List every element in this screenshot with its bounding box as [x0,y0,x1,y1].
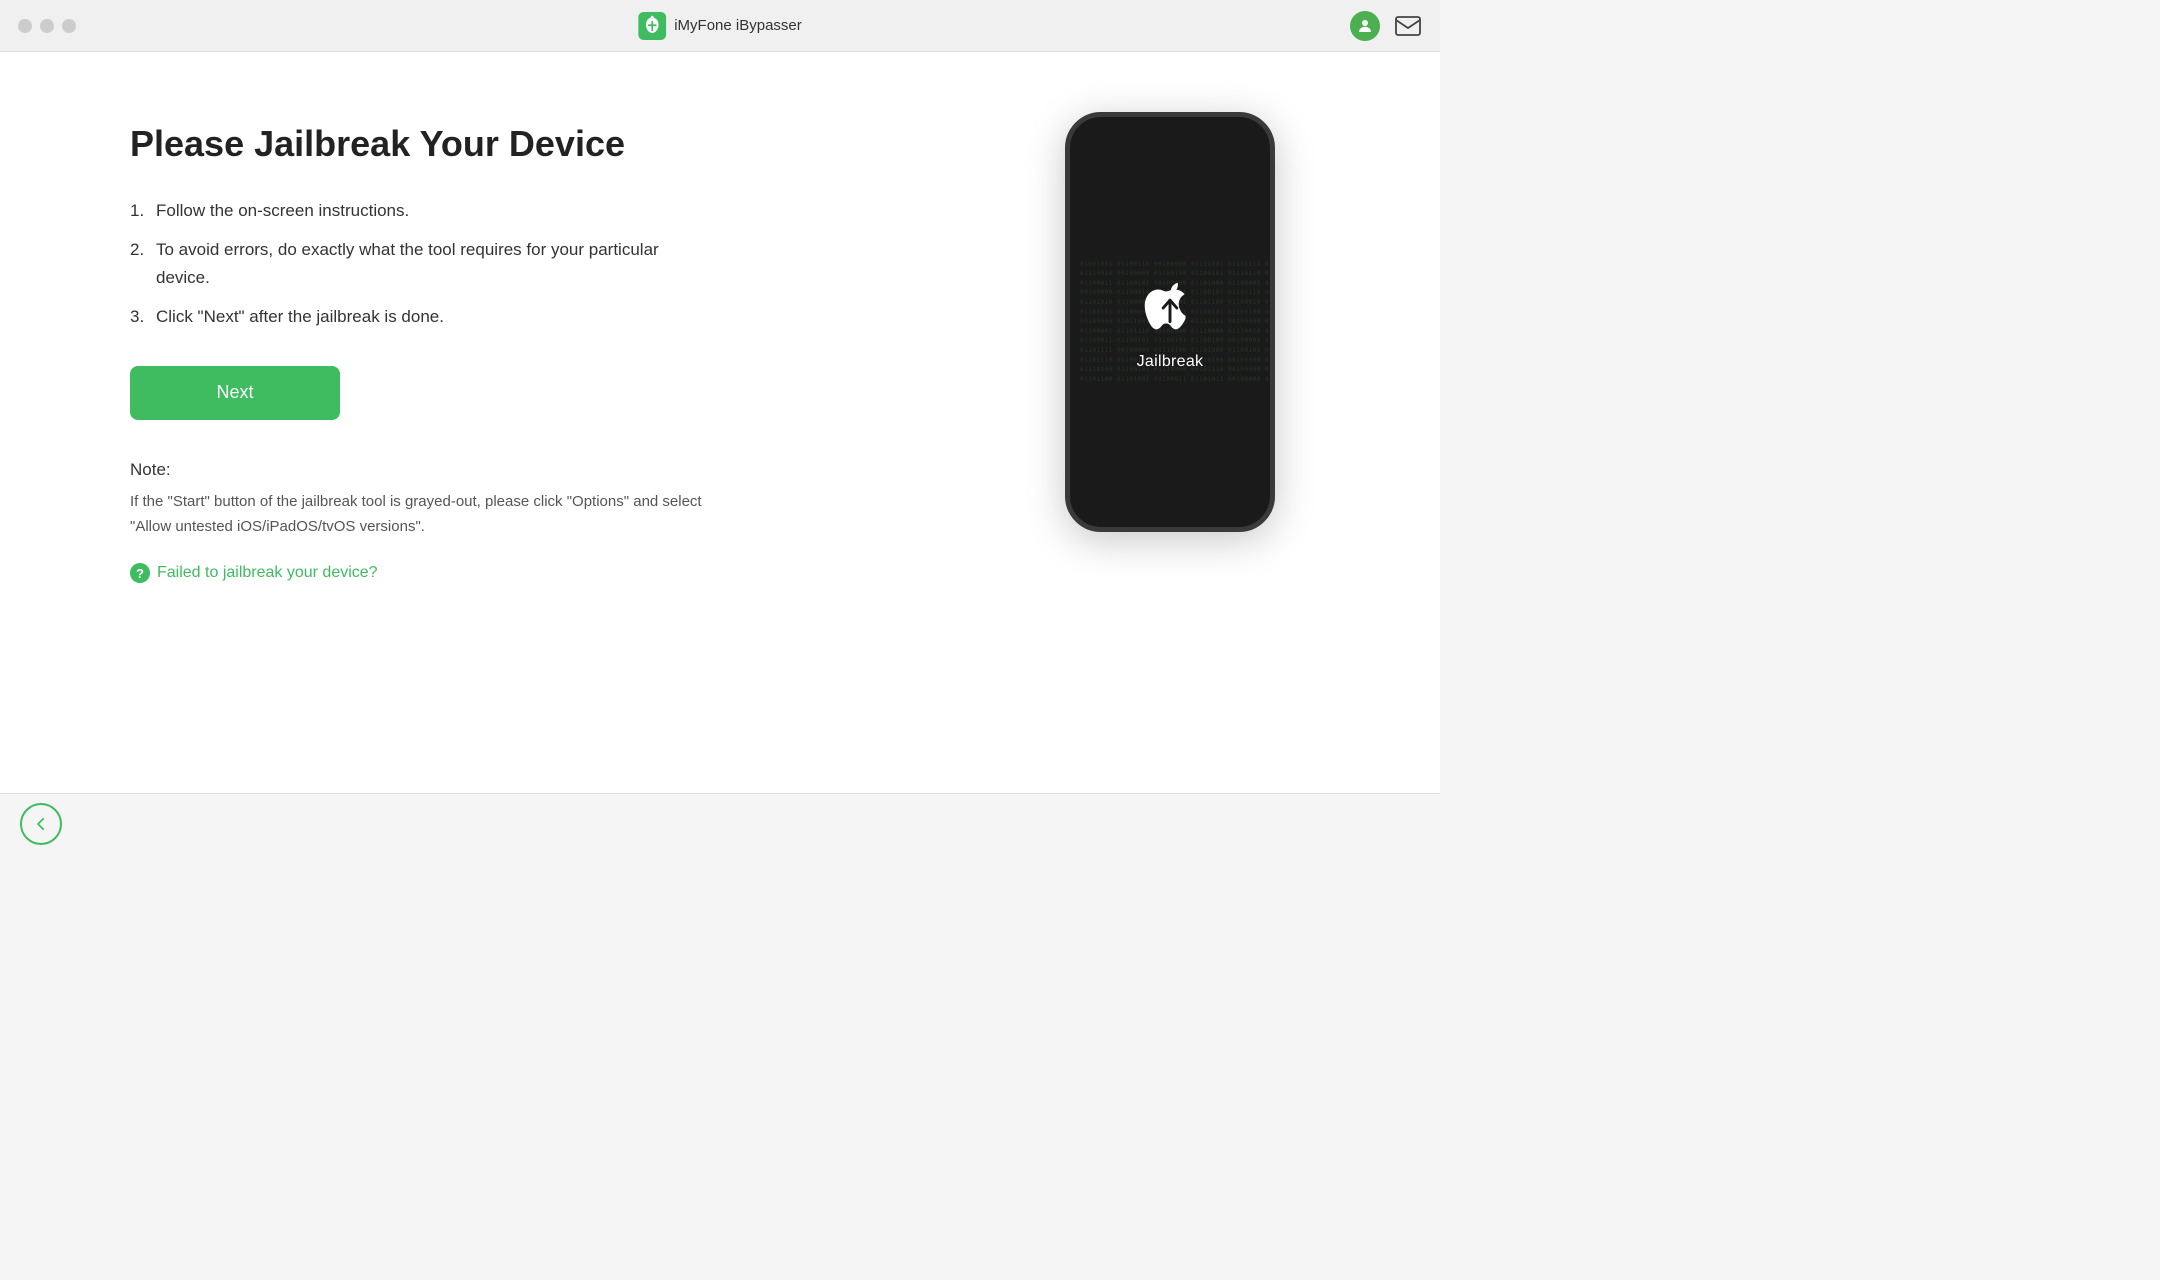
main-content: Please Jailbreak Your Device 1. Follow t… [0,52,1440,793]
right-panel: 01001001 01100110 00100000 01111001 0110… [1030,112,1310,532]
phone-mockup: 01001001 01100110 00100000 01111001 0110… [1065,112,1275,532]
next-button[interactable]: Next [130,366,340,420]
list-item: 2. To avoid errors, do exactly what the … [130,236,710,290]
note-label: Note: [130,460,710,480]
page-title: Please Jailbreak Your Device [130,122,710,165]
back-button[interactable] [20,803,62,845]
phone-notch [1130,117,1210,139]
user-account-icon[interactable] [1350,11,1380,41]
list-item: 1. Follow the on-screen instructions. [130,197,710,224]
titlebar-center: iMyFone iBypasser [638,12,802,40]
window-minimize-btn[interactable] [40,19,54,33]
window-close-btn[interactable] [18,19,32,33]
left-panel: Please Jailbreak Your Device 1. Follow t… [130,112,710,583]
bottom-bar [0,793,1440,853]
window-maximize-btn[interactable] [62,19,76,33]
note-section: Note: If the "Start" button of the jailb… [130,460,710,540]
failed-jailbreak-link[interactable]: ? Failed to jailbreak your device? [130,563,710,583]
jailbreak-content: Jailbreak [1137,273,1204,371]
list-item-num: 2. [130,236,150,263]
window-controls [18,19,76,33]
back-arrow-icon [32,815,50,833]
app-logo-icon [638,12,666,40]
titlebar-right [1350,11,1422,41]
apple-jailbreak-icon [1142,273,1198,341]
question-icon: ? [130,563,150,583]
list-item-text: Click "Next" after the jailbreak is done… [156,303,444,330]
list-item-text: Follow the on-screen instructions. [156,197,409,224]
mail-icon[interactable] [1394,15,1422,37]
app-title: iMyFone iBypasser [674,17,802,34]
list-item-text: To avoid errors, do exactly what the too… [156,236,710,290]
list-item-num: 1. [130,197,150,224]
instructions-list: 1. Follow the on-screen instructions. 2.… [130,197,710,330]
list-item-num: 3. [130,303,150,330]
list-item: 3. Click "Next" after the jailbreak is d… [130,303,710,330]
failed-link-text: Failed to jailbreak your device? [157,564,378,582]
jailbreak-label: Jailbreak [1137,353,1204,371]
titlebar: iMyFone iBypasser [0,0,1440,52]
note-text: If the "Start" button of the jailbreak t… [130,490,710,540]
